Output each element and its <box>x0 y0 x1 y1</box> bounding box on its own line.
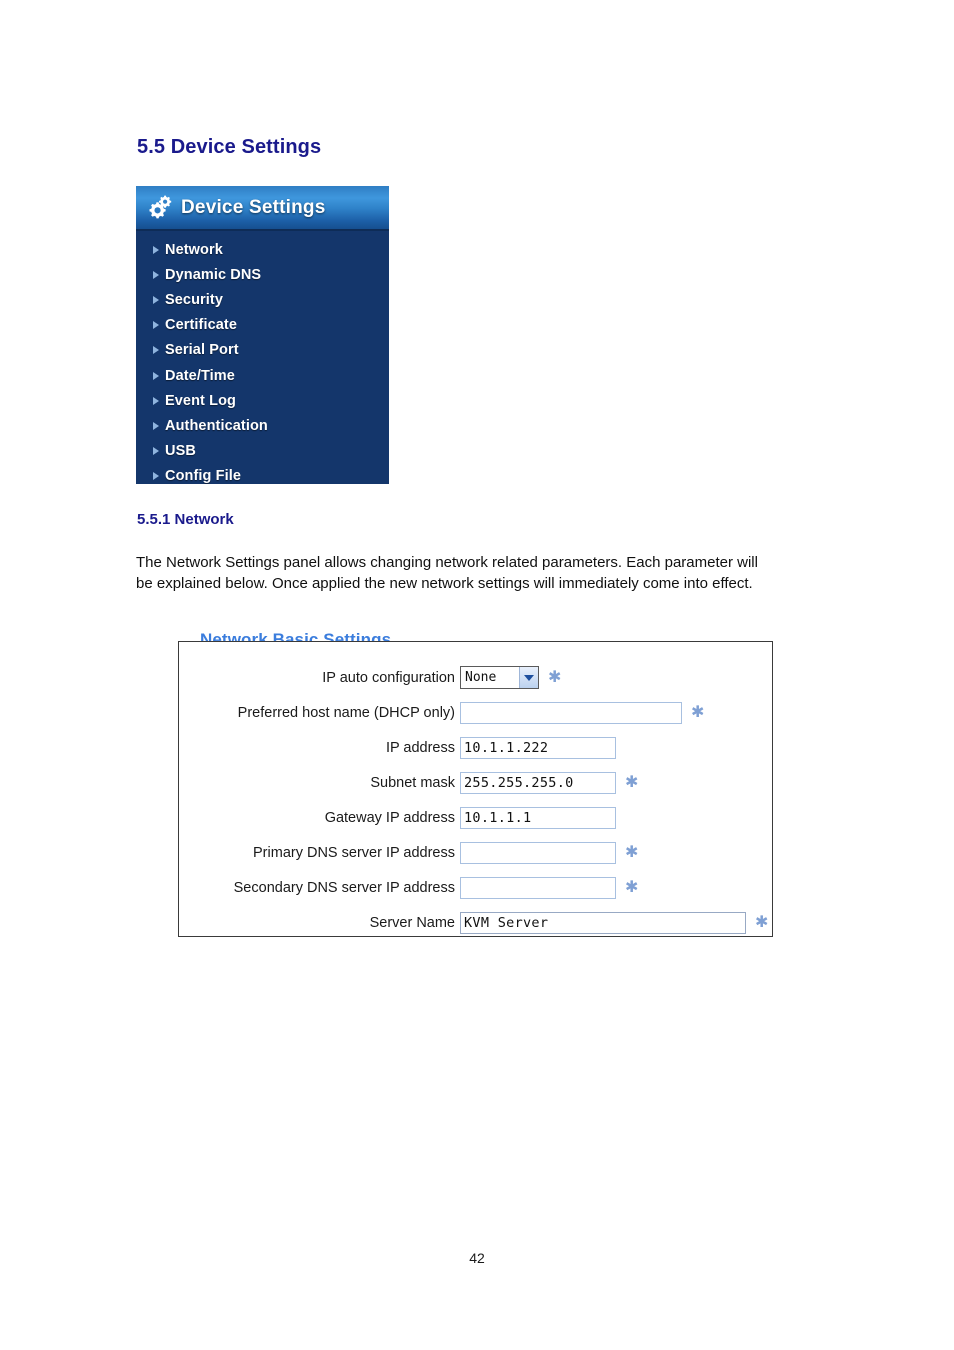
panel-title: Device Settings <box>181 196 326 218</box>
ip-address-label: IP address <box>385 739 455 756</box>
form-rows: IP auto configuration None ✱ Preferred h… <box>179 660 772 940</box>
sidebar-item-label: Authentication <box>165 417 268 434</box>
secondary-dns-label: Secondary DNS server IP address <box>233 879 455 896</box>
form-row: Subnet mask 255.255.255.0 ✱ <box>179 765 772 800</box>
form-row: Gateway IP address 10.1.1.1 ✱ <box>179 800 772 835</box>
subnet-mask-label: Subnet mask <box>370 774 455 791</box>
sidebar-item-label: Network <box>165 241 223 258</box>
triangle-right-icon <box>153 447 159 456</box>
sidebar-item-usb[interactable]: USB <box>136 439 389 464</box>
primary-dns-label: Primary DNS server IP address <box>253 844 455 861</box>
secondary-dns-input[interactable] <box>460 876 616 899</box>
form-row: Preferred host name (DHCP only) ✱ <box>179 695 772 730</box>
sidebar-item-label: USB <box>165 443 196 460</box>
form-row: Server Name KVM Server ✱ <box>179 905 772 940</box>
triangle-right-icon <box>153 321 159 330</box>
server-name-input[interactable]: KVM Server <box>460 911 746 934</box>
field-wrap: ✱ <box>460 876 639 899</box>
required-marker: ✱ <box>691 703 705 721</box>
form-row: Secondary DNS server IP address ✱ <box>179 870 772 905</box>
field-wrap: KVM Server ✱ <box>460 911 769 934</box>
sidebar-item-network[interactable]: Network <box>136 237 389 262</box>
triangle-right-icon <box>153 421 159 430</box>
ip-auto-configuration-select[interactable]: None <box>460 666 539 689</box>
sidebar-item-date-time[interactable]: Date/Time <box>136 363 389 388</box>
device-settings-panel: Device Settings Network Dynamic DNS Secu… <box>136 186 389 484</box>
sidebar-item-dynamic-dns[interactable]: Dynamic DNS <box>136 262 389 287</box>
gateway-ip-address-label: Gateway IP address <box>324 809 455 826</box>
field-wrap: 255.255.255.0 ✱ <box>460 771 639 794</box>
network-basic-settings-form: IP auto configuration None ✱ Preferred h… <box>178 641 773 937</box>
sidebar-item-serial-port[interactable]: Serial Port <box>136 338 389 363</box>
preferred-host-name-label: Preferred host name (DHCP only) <box>237 704 455 721</box>
sidebar-item-label: Config File <box>165 468 242 484</box>
panel-header: Device Settings <box>136 186 389 231</box>
field-wrap: None ✱ <box>460 666 562 689</box>
form-row: IP auto configuration None ✱ <box>179 660 772 695</box>
triangle-right-icon <box>153 396 159 405</box>
sidebar-item-authentication[interactable]: Authentication <box>136 413 389 438</box>
field-wrap: ✱ <box>460 701 705 724</box>
sidebar-item-certificate[interactable]: Certificate <box>136 313 389 338</box>
panel-menu-list: Network Dynamic DNS Security Certificate… <box>136 231 389 484</box>
sidebar-item-security[interactable]: Security <box>136 287 389 312</box>
sidebar-item-label: Serial Port <box>165 342 239 359</box>
select-value: None <box>465 670 497 685</box>
sidebar-item-label: Certificate <box>165 317 238 334</box>
required-marker: ✱ <box>625 878 639 896</box>
server-name-label: Server Name <box>369 914 455 931</box>
body-paragraph: The Network Settings panel allows changi… <box>136 554 758 592</box>
triangle-right-icon <box>153 371 159 380</box>
sidebar-item-label: Dynamic DNS <box>165 266 262 283</box>
form-row: IP address 10.1.1.222 ✱ <box>179 730 772 765</box>
field-wrap: ✱ <box>460 841 639 864</box>
triangle-right-icon <box>153 295 159 304</box>
primary-dns-input[interactable] <box>460 841 616 864</box>
gateway-ip-address-input[interactable]: 10.1.1.1 <box>460 806 616 829</box>
ip-address-input[interactable]: 10.1.1.222 <box>460 736 616 759</box>
subnet-mask-input[interactable]: 255.255.255.0 <box>460 771 616 794</box>
required-marker: ✱ <box>625 773 639 791</box>
triangle-right-icon <box>153 346 159 355</box>
form-row: Primary DNS server IP address ✱ <box>179 835 772 870</box>
field-wrap: 10.1.1.222 ✱ <box>460 736 635 759</box>
page-number: 42 <box>469 1250 485 1266</box>
chevron-down-icon[interactable] <box>519 667 538 688</box>
required-marker: ✱ <box>548 668 562 686</box>
required-marker: ✱ <box>755 913 769 931</box>
page-title: 5.5 Device Settings <box>137 136 322 158</box>
sidebar-item-label: Date/Time <box>165 367 235 384</box>
preferred-host-name-input[interactable] <box>460 701 682 724</box>
sidebar-item-label: Event Log <box>165 392 236 409</box>
ip-auto-configuration-label: IP auto configuration <box>322 669 455 686</box>
triangle-right-icon <box>153 270 159 279</box>
sidebar-item-config-file[interactable]: Config File <box>136 464 389 484</box>
sidebar-item-label: Security <box>165 291 224 308</box>
triangle-right-icon <box>153 245 159 254</box>
sidebar-item-event-log[interactable]: Event Log <box>136 388 389 413</box>
subsection-title: 5.5.1 Network <box>137 511 234 528</box>
required-marker: ✱ <box>625 843 639 861</box>
gear-icon <box>145 193 175 223</box>
field-wrap: 10.1.1.1 ✱ <box>460 806 635 829</box>
triangle-right-icon <box>153 472 159 481</box>
